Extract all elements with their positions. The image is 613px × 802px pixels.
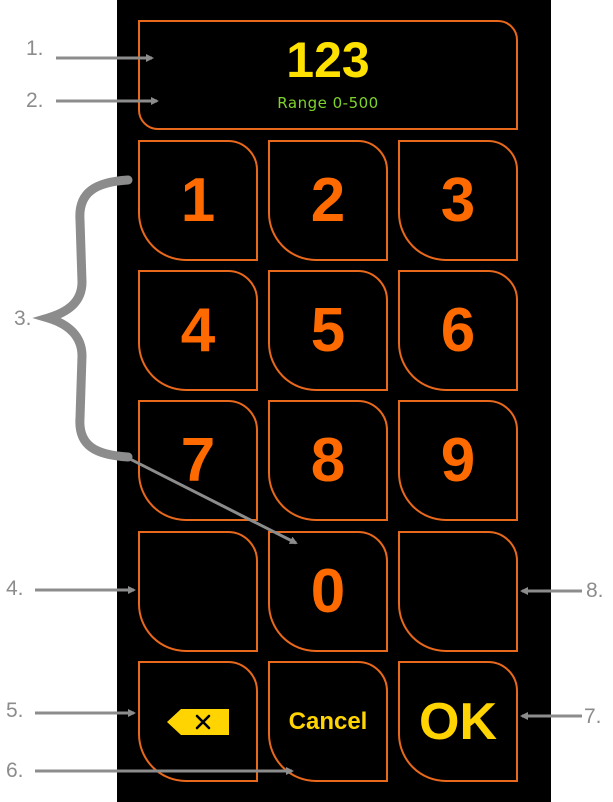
callout-label-6: 6. [6, 759, 24, 782]
key-4[interactable]: 4 [138, 270, 258, 391]
callout-label-7: 7. [584, 705, 602, 728]
backspace-button[interactable] [138, 661, 258, 782]
ok-button[interactable]: OK [398, 661, 518, 782]
key-5[interactable]: 5 [268, 270, 388, 391]
callout-label-8: 8. [586, 579, 604, 602]
blank-key-right[interactable] [398, 531, 518, 652]
key-2[interactable]: 2 [268, 140, 388, 261]
current-value: 123 [286, 32, 370, 88]
key-7[interactable]: 7 [138, 400, 258, 521]
key-9[interactable]: 9 [398, 400, 518, 521]
range-hint: Range 0-500 [277, 94, 379, 112]
key-1[interactable]: 1 [138, 140, 258, 261]
key-3[interactable]: 3 [398, 140, 518, 261]
callout-label-4: 4. [6, 577, 24, 600]
backspace-icon [167, 708, 229, 735]
callout-label-3: 3. [14, 307, 32, 330]
callout-label-1: 1. [26, 37, 44, 60]
callout-brace-3 [32, 175, 133, 462]
cancel-button[interactable]: Cancel [268, 661, 388, 782]
callout-label-5: 5. [6, 699, 24, 722]
value-display: 123 Range 0-500 [138, 20, 518, 130]
key-0[interactable]: 0 [268, 531, 388, 652]
key-8[interactable]: 8 [268, 400, 388, 521]
key-6[interactable]: 6 [398, 270, 518, 391]
blank-key-left[interactable] [138, 531, 258, 652]
callout-label-2: 2. [26, 89, 44, 112]
